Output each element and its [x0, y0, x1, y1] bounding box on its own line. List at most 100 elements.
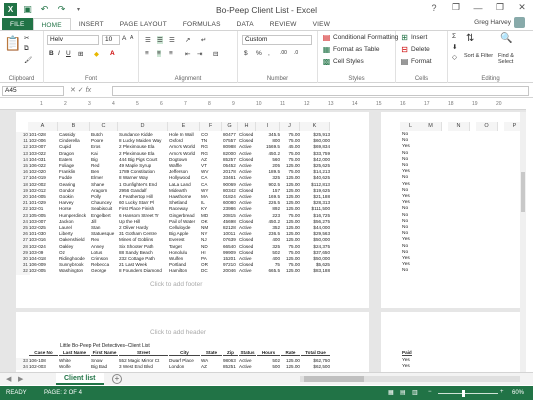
table-cell[interactable]: 102-003: [29, 364, 58, 370]
zoom-slider-thumb[interactable]: [462, 390, 465, 397]
table-cell[interactable]: 125.00: [281, 364, 300, 370]
table-cell[interactable]: 125.00: [281, 268, 300, 274]
header-cell[interactable]: Hours: [257, 350, 280, 356]
column-header[interactable]: D: [118, 122, 168, 131]
clear-icon[interactable]: ◇: [452, 53, 457, 61]
scroll-thumb[interactable]: [521, 172, 525, 212]
column-header[interactable]: G: [222, 122, 238, 131]
column-header[interactable]: J: [280, 122, 300, 131]
close-icon[interactable]: ✕: [511, 0, 533, 15]
align-top-icon[interactable]: ☰: [145, 36, 151, 44]
column-header[interactable]: A: [28, 122, 58, 131]
header-cell[interactable]: Last Name: [59, 350, 90, 356]
table-cell[interactable]: George: [91, 268, 118, 274]
column-header[interactable]: N: [448, 122, 470, 131]
ribbon-display-icon[interactable]: ❐: [445, 0, 467, 15]
align-right-icon[interactable]: ≡: [169, 50, 173, 57]
cut-icon[interactable]: ✂: [24, 34, 29, 42]
zoom-level[interactable]: 60%: [512, 390, 524, 396]
page-break-view-icon[interactable]: ▥: [412, 389, 418, 396]
font-color-icon[interactable]: A: [110, 50, 115, 57]
table-cell[interactable]: Hamilton: [169, 268, 200, 274]
header-cell[interactable]: Total Due: [301, 350, 330, 356]
align-middle-icon[interactable]: ☰: [157, 36, 163, 44]
sheet-tab-client-list[interactable]: Client list: [56, 373, 104, 385]
table-cell[interactable]: DC: [201, 268, 222, 274]
table-cell[interactable]: AZ: [201, 364, 222, 370]
table-cell[interactable]: $83,188: [301, 268, 330, 274]
column-header[interactable]: M: [420, 122, 442, 131]
sort-filter-label[interactable]: Sort & Filter: [464, 53, 498, 59]
table-cell[interactable]: 20046: [223, 268, 238, 274]
row-header[interactable]: 34: [16, 364, 30, 371]
column-header[interactable]: K: [300, 122, 330, 131]
table-cell[interactable]: London: [169, 364, 200, 370]
column-header[interactable]: L: [400, 122, 422, 131]
conditional-formatting-button[interactable]: ▤ Conditional Formatting: [322, 33, 399, 42]
percent-icon[interactable]: %: [256, 50, 262, 57]
zoom-in-icon[interactable]: +: [500, 389, 504, 395]
table-cell[interactable]: 8 Founders Diamond: [119, 268, 168, 274]
header-cell[interactable]: Rate: [281, 350, 300, 356]
row-header[interactable]: 32: [16, 268, 30, 275]
paid-header-cell[interactable]: Paid: [402, 350, 412, 356]
header-cell[interactable]: State: [201, 350, 222, 356]
sort-filter-icon[interactable]: ⇅: [466, 33, 474, 44]
bold-icon[interactable]: B: [49, 50, 54, 57]
column-header[interactable]: E: [168, 122, 200, 131]
font-size-box[interactable]: 10: [102, 35, 120, 45]
borders-icon[interactable]: ⊞: [78, 50, 83, 58]
merge-center-icon[interactable]: ⊟: [213, 50, 218, 58]
cell-styles-button[interactable]: ▩ Cell Styles: [322, 57, 364, 66]
table-cell[interactable]: 500: [257, 364, 280, 370]
grow-font-icon[interactable]: A: [122, 35, 126, 42]
table-cell[interactable]: Wolfe: [59, 364, 90, 370]
header-cell[interactable]: First Name: [91, 350, 118, 356]
format-button[interactable]: ▤ Format: [400, 57, 432, 66]
table-cell[interactable]: 85251: [223, 364, 238, 370]
horizontal-scrollbar[interactable]: [300, 376, 520, 382]
column-header[interactable]: H: [238, 122, 256, 131]
minimize-icon[interactable]: —: [467, 0, 489, 15]
decrease-decimal-icon[interactable]: .0: [294, 50, 298, 56]
orientation-icon[interactable]: ↗: [185, 36, 190, 44]
help-icon[interactable]: ?: [423, 0, 445, 15]
shrink-font-icon[interactable]: A: [130, 35, 133, 41]
decrease-indent-icon[interactable]: ⇤: [185, 50, 190, 58]
italic-icon[interactable]: I: [58, 50, 60, 57]
table-cell[interactable]: 102-005: [29, 268, 58, 274]
column-header[interactable]: B: [58, 122, 90, 131]
format-as-table-button[interactable]: ▦ Format as Table: [322, 45, 380, 54]
underline-icon[interactable]: U: [66, 50, 71, 57]
paid-cell[interactable]: Yes: [402, 364, 410, 370]
zoom-out-icon[interactable]: −: [428, 389, 432, 395]
zoom-slider[interactable]: [438, 390, 498, 397]
paid-cell[interactable]: No: [402, 268, 408, 274]
align-center-icon[interactable]: ≡: [157, 50, 161, 57]
header-hint[interactable]: Click to add header: [150, 329, 206, 336]
header-cell[interactable]: Status: [239, 350, 256, 356]
header-cell[interactable]: City: [169, 350, 200, 356]
increase-decimal-icon[interactable]: .00: [280, 50, 287, 56]
normal-view-icon[interactable]: ▦: [388, 389, 394, 396]
table-cell[interactable]: 665.5: [257, 268, 281, 274]
table-cell[interactable]: Washington: [59, 268, 90, 274]
restore-icon[interactable]: ❐: [489, 0, 511, 15]
fill-color-icon[interactable]: ◆: [94, 50, 99, 58]
table-cell[interactable]: Active: [239, 364, 256, 370]
user-account[interactable]: Greg Harvey: [474, 17, 525, 28]
fill-icon[interactable]: ⬇: [452, 43, 457, 51]
find-select-icon[interactable]: 🔍: [500, 33, 512, 44]
page-layout-view-icon[interactable]: ▤: [400, 389, 406, 396]
header-cell[interactable]: Zip: [223, 350, 238, 356]
increase-indent-icon[interactable]: ⇥: [197, 50, 202, 58]
copy-icon[interactable]: ⧉: [24, 45, 29, 53]
table-cell[interactable]: Big Bad: [91, 364, 118, 370]
fx-icon[interactable]: ✕ ✓ fx: [70, 86, 110, 94]
formula-input[interactable]: [112, 86, 529, 96]
autosum-button[interactable]: Σ: [452, 33, 456, 40]
currency-icon[interactable]: $: [244, 50, 248, 57]
prev-sheet-icon[interactable]: ◀: [6, 375, 11, 383]
table-cell[interactable]: $62,500: [301, 364, 330, 370]
font-name-box[interactable]: Helv: [47, 35, 99, 45]
